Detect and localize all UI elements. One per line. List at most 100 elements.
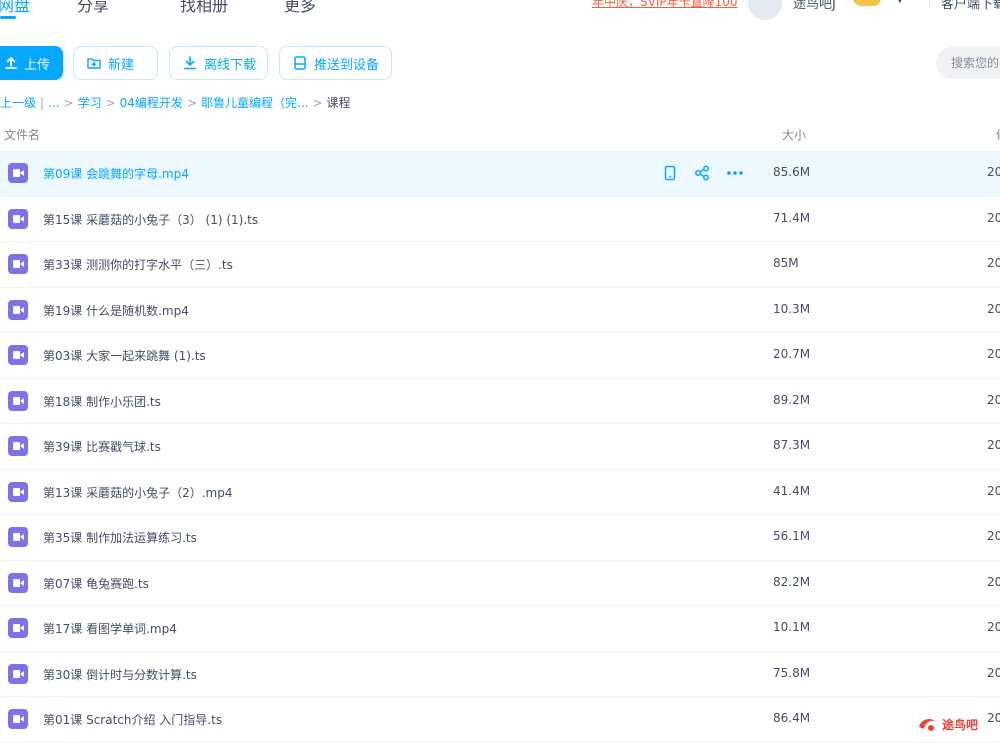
file-date: 20 xyxy=(987,438,1000,452)
file-name[interactable]: 第13课 采蘑菇的小兔子（2）.mp4 xyxy=(43,484,232,501)
new-button[interactable]: 新建 xyxy=(73,46,158,80)
share-icon[interactable] xyxy=(694,165,710,181)
table-row[interactable]: 第18课 制作小乐团.ts 89.2M 20 xyxy=(0,379,1000,424)
file-name[interactable]: 第18课 制作小乐团.ts xyxy=(43,393,161,410)
tab-album[interactable]: 找相册 xyxy=(180,0,228,16)
video-file-icon xyxy=(8,208,28,229)
file-size: 87.3M xyxy=(773,438,811,452)
file-date: 20 xyxy=(987,347,1000,361)
tab-netdisk[interactable]: 网盘 xyxy=(0,0,30,16)
file-list: 第09课 会跳舞的字母.mp4 85.6M 20 第15课 采蘑菇的小兔子（3）… xyxy=(0,151,1000,743)
video-file-icon xyxy=(8,254,28,274)
video-file-icon xyxy=(8,345,28,365)
file-name[interactable]: 第30课 倒计时与分数计算.ts xyxy=(43,666,197,683)
table-row[interactable]: 第19课 什么是随机数.mp4 10.3M 20 xyxy=(0,288,1000,333)
more-icon[interactable] xyxy=(726,165,744,181)
upload-icon xyxy=(5,56,17,69)
new-folder-icon xyxy=(87,58,101,69)
breadcrumb-current: 课程 xyxy=(326,96,351,110)
table-row[interactable]: 第09课 会跳舞的字母.mp4 85.6M 20 xyxy=(0,151,1000,197)
new-label: 新建 xyxy=(108,57,135,73)
file-date: 20 xyxy=(987,210,1000,225)
file-name[interactable]: 第39课 比赛戳气球.ts xyxy=(43,438,161,455)
file-size: 85.6M xyxy=(773,165,811,179)
vip-badge-icon xyxy=(853,0,881,6)
promo-link[interactable]: 年中庆，SVIP年卡直降100 xyxy=(592,0,738,10)
divider xyxy=(929,0,930,8)
search-input[interactable]: 搜索您的 xyxy=(936,47,1000,79)
file-name[interactable]: 第15课 采蘑菇的小兔子（3） (1) (1).ts xyxy=(43,211,258,228)
table-row[interactable]: 第30课 倒计时与分数计算.ts 75.8M 20 xyxy=(0,652,1000,697)
tab-more[interactable]: 更多 xyxy=(284,0,316,16)
file-size: 86.4M xyxy=(773,711,811,725)
file-date: 20 xyxy=(987,256,1000,270)
breadcrumb-item-study[interactable]: 学习 xyxy=(78,94,102,111)
table-row[interactable]: 第33课 测测你的打字水平（三）.ts 85M 20 xyxy=(0,242,1000,288)
file-name[interactable]: 第03课 大家一起来跳舞 (1).ts xyxy=(43,347,206,364)
watermark-text: 途鸟吧 xyxy=(942,717,979,732)
file-name[interactable]: 第07课 龟兔赛跑.ts xyxy=(43,575,149,592)
top-nav: 网盘 分享 找相册 更多 年中庆，SVIP年卡直降100 途鸟吧J ▼ 客户端下… xyxy=(0,0,1000,30)
table-row[interactable]: 第39课 比赛戳气球.ts 87.3M 20 xyxy=(0,424,1000,470)
watermark: 途鸟吧 xyxy=(916,709,1000,739)
file-size: 75.8M xyxy=(773,665,811,680)
push-to-device-button[interactable]: 推送到设备 xyxy=(279,46,392,80)
video-file-icon xyxy=(8,436,28,456)
breadcrumb-up[interactable]: 上一级 xyxy=(0,94,36,111)
active-tab-indicator xyxy=(0,16,16,19)
table-row[interactable]: 第35课 制作加法运算练习.ts 56.1M 20 xyxy=(0,515,1000,561)
file-date: 20 xyxy=(987,665,1000,680)
username[interactable]: 途鸟吧J xyxy=(793,0,836,12)
breadcrumb-separator: > xyxy=(105,96,116,110)
video-file-icon xyxy=(8,527,28,547)
file-size: 89.2M xyxy=(773,392,811,407)
column-header-name[interactable]: 文件名 xyxy=(4,126,40,143)
avatar[interactable] xyxy=(748,0,782,20)
row-actions xyxy=(662,165,744,181)
video-file-icon xyxy=(8,709,28,729)
breadcrumb-item-yale[interactable]: 耶鲁儿童编程（完... xyxy=(201,94,308,111)
upload-button[interactable]: 上传 xyxy=(0,46,63,80)
breadcrumb-ellipsis[interactable]: ... xyxy=(48,96,59,110)
file-date: 20 xyxy=(987,392,1000,407)
tab-share[interactable]: 分享 xyxy=(77,0,109,16)
column-header-size[interactable]: 大小 xyxy=(782,126,806,143)
file-size: 71.4M xyxy=(773,210,811,225)
download-icon xyxy=(183,56,197,70)
chevron-down-icon[interactable]: ▼ xyxy=(896,0,904,5)
table-row[interactable]: 第15课 采蘑菇的小兔子（3） (1) (1).ts 71.4M 20 xyxy=(0,197,1000,242)
upload-label: 上传 xyxy=(24,57,51,73)
file-date: 20 xyxy=(987,301,1000,316)
video-file-icon xyxy=(8,299,28,320)
file-date: 20 xyxy=(987,574,1000,589)
table-row[interactable]: 第01课 Scratch介绍 入门指导.ts 86.4M 20 xyxy=(0,697,1000,743)
file-size: 56.1M xyxy=(773,529,811,543)
video-file-icon xyxy=(8,663,28,684)
video-file-icon xyxy=(8,390,28,411)
breadcrumb-separator: > xyxy=(186,96,197,110)
file-name[interactable]: 第17课 看图学单词.mp4 xyxy=(43,620,177,637)
file-name[interactable]: 第09课 会跳舞的字母.mp4 xyxy=(43,165,189,182)
file-name[interactable]: 第19课 什么是随机数.mp4 xyxy=(43,302,189,319)
push-device-icon[interactable] xyxy=(662,165,678,181)
table-row[interactable]: 第13课 采蘑菇的小兔子（2）.mp4 41.4M 20 xyxy=(0,470,1000,515)
breadcrumb-item-programming[interactable]: 04编程开发 xyxy=(120,94,183,111)
file-name[interactable]: 第33课 测测你的打字水平（三）.ts xyxy=(43,256,233,273)
file-date: 20 xyxy=(987,165,1000,179)
device-icon xyxy=(294,56,306,70)
file-size: 10.3M xyxy=(773,301,811,316)
column-header-date[interactable]: 修 xyxy=(996,126,1000,143)
offline-download-button[interactable]: 离线下载 xyxy=(169,46,268,80)
table-row[interactable]: 第17课 看图学单词.mp4 10.1M 20 xyxy=(0,606,1000,652)
file-name[interactable]: 第01课 Scratch介绍 入门指导.ts xyxy=(43,711,222,728)
offline-download-label: 离线下载 xyxy=(204,57,257,73)
file-list-header: 文件名 大小 修 xyxy=(0,120,1000,150)
client-download-link[interactable]: 客户端下载 xyxy=(941,0,1000,12)
table-row[interactable]: 第07课 龟兔赛跑.ts 82.2M 20 xyxy=(0,561,1000,606)
file-size: 20.7M xyxy=(773,347,811,361)
table-row[interactable]: 第03课 大家一起来跳舞 (1).ts 20.7M 20 xyxy=(0,333,1000,379)
file-name[interactable]: 第35课 制作加法运算练习.ts xyxy=(43,529,197,546)
video-file-icon xyxy=(8,572,28,593)
file-size: 10.1M xyxy=(773,620,811,634)
video-file-icon xyxy=(8,163,28,183)
